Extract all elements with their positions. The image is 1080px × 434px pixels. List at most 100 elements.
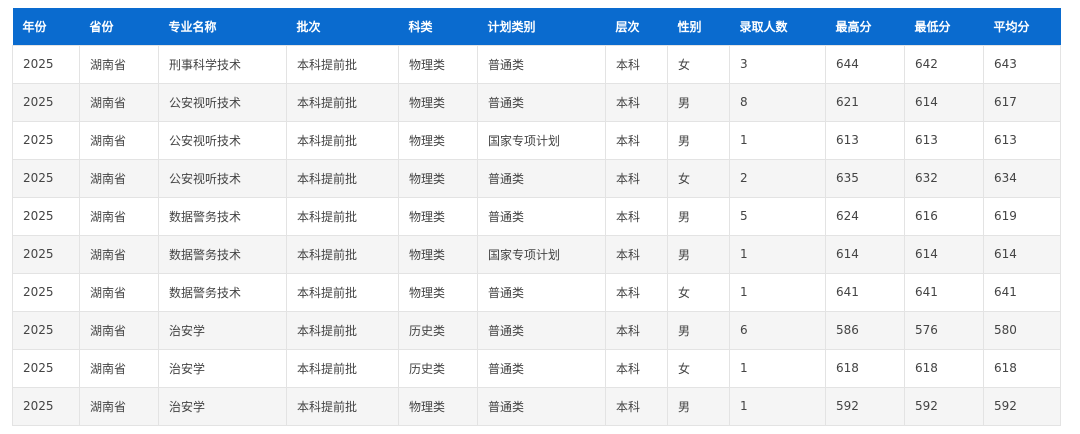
level-cell: 本科 bbox=[605, 44, 668, 84]
table-row: 2025 湖南省 数据警务技术 本科提前批 物理类 国家专项计划 本科男 1 614 614 614 bbox=[12, 234, 1061, 274]
plan-type-cell: 普通类 bbox=[477, 348, 606, 388]
gender-cell: 男 bbox=[667, 386, 730, 426]
min-score-cell: 592 bbox=[904, 386, 984, 426]
max-score-cell: 644 bbox=[825, 44, 905, 84]
year-cell: 2025 bbox=[12, 386, 80, 426]
avg-score-cell: 617 bbox=[983, 82, 1061, 122]
subject-cell: 物理类 bbox=[398, 234, 478, 274]
batch-cell: 本科提前批 bbox=[286, 120, 399, 160]
major-cell: 公安视听技术 bbox=[158, 158, 287, 198]
avg-score-cell: 634 bbox=[983, 158, 1061, 198]
min-score-cell: 632 bbox=[904, 158, 984, 198]
province-cell: 湖南省 bbox=[79, 158, 159, 198]
table-row: 2025 湖南省 治安学 本科提前批 物理类 普通类 本科男 1 592 592 592 bbox=[12, 386, 1061, 426]
plan-type-cell: 国家专项计划 bbox=[477, 120, 606, 160]
admission-score-table: 年份 省份 专业名称 批次 科类 计划类别 层次 性别 录取人数 最高分 最低分… bbox=[12, 8, 1061, 426]
avg-score-cell: 580 bbox=[983, 310, 1061, 350]
subject-cell: 物理类 bbox=[398, 272, 478, 312]
province-cell: 湖南省 bbox=[79, 44, 159, 84]
year-cell: 2025 bbox=[12, 310, 80, 350]
avg-score-cell: 618 bbox=[983, 348, 1061, 388]
plan-type-cell: 普通类 bbox=[477, 82, 606, 122]
level-cell: 本科 bbox=[605, 82, 668, 122]
level-cell: 本科 bbox=[605, 386, 668, 426]
admitted-count-cell: 1 bbox=[729, 348, 826, 388]
subject-cell: 物理类 bbox=[398, 158, 478, 198]
table-row: 2025 湖南省 治安学 本科提前批 历史类 普通类 本科男 6 586 576 580 bbox=[12, 310, 1061, 350]
min-score-cell: 614 bbox=[904, 234, 984, 274]
major-cell: 数据警务技术 bbox=[158, 272, 287, 312]
province-cell: 湖南省 bbox=[79, 272, 159, 312]
table-row: 2025 湖南省 公安视听技术 本科提前批 物理类 普通类 本科女 2 635 632 634 bbox=[12, 158, 1061, 198]
province-cell: 湖南省 bbox=[79, 386, 159, 426]
table-row: 2025 湖南省 数据警务技术 本科提前批 物理类 普通类 本科女 1 641 641 641 bbox=[12, 272, 1061, 312]
level-cell: 本科 bbox=[605, 196, 668, 236]
subject-cell: 物理类 bbox=[398, 386, 478, 426]
header-batch: 批次 bbox=[296, 19, 321, 34]
level-cell: 本科 bbox=[605, 158, 668, 198]
min-score-cell: 642 bbox=[904, 44, 984, 84]
province-cell: 湖南省 bbox=[79, 196, 159, 236]
header-province: 省份 bbox=[89, 19, 114, 34]
min-score-cell: 576 bbox=[904, 310, 984, 350]
avg-score-cell: 619 bbox=[983, 196, 1061, 236]
table-row: 2025 湖南省 公安视听技术 本科提前批 物理类 国家专项计划 本科男 1 613 613 613 bbox=[12, 120, 1061, 160]
table-header: 年份 省份 专业名称 批次 科类 计划类别 层次 性别 录取人数 最高分 最低分… bbox=[12, 8, 1061, 45]
admitted-count-cell: 3 bbox=[729, 44, 826, 84]
gender-cell: 女 bbox=[667, 158, 730, 198]
batch-cell: 本科提前批 bbox=[286, 272, 399, 312]
batch-cell: 本科提前批 bbox=[286, 234, 399, 274]
level-cell: 本科 bbox=[605, 234, 668, 274]
level-cell: 本科 bbox=[605, 120, 668, 160]
batch-cell: 本科提前批 bbox=[286, 310, 399, 350]
min-score-cell: 614 bbox=[904, 82, 984, 122]
admitted-count-cell: 1 bbox=[729, 272, 826, 312]
plan-type-cell: 普通类 bbox=[477, 310, 606, 350]
header-major: 专业名称 bbox=[168, 19, 217, 34]
gender-cell: 男 bbox=[667, 120, 730, 160]
gender-cell: 男 bbox=[667, 234, 730, 274]
level-cell: 本科 bbox=[605, 348, 668, 388]
province-cell: 湖南省 bbox=[79, 310, 159, 350]
admitted-count-cell: 1 bbox=[729, 386, 826, 426]
max-score-cell: 618 bbox=[825, 348, 905, 388]
avg-score-cell: 613 bbox=[983, 120, 1061, 160]
min-score-cell: 613 bbox=[904, 120, 984, 160]
min-score-cell: 616 bbox=[904, 196, 984, 236]
header-subject: 科类 bbox=[408, 19, 433, 34]
avg-score-cell: 614 bbox=[983, 234, 1061, 274]
gender-cell: 女 bbox=[667, 348, 730, 388]
level-cell: 本科 bbox=[605, 272, 668, 312]
subject-cell: 物理类 bbox=[398, 82, 478, 122]
header-avg-score: 平均分 bbox=[993, 19, 1030, 34]
max-score-cell: 641 bbox=[825, 272, 905, 312]
admitted-count-cell: 1 bbox=[729, 120, 826, 160]
plan-type-cell: 普通类 bbox=[477, 272, 606, 312]
level-cell: 本科 bbox=[605, 310, 668, 350]
max-score-cell: 621 bbox=[825, 82, 905, 122]
header-row: 年份 省份 专业名称 批次 科类 计划类别 层次 性别 录取人数 最高分 最低分… bbox=[12, 8, 1061, 45]
header-gender: 性别 bbox=[677, 19, 702, 34]
min-score-cell: 641 bbox=[904, 272, 984, 312]
gender-cell: 女 bbox=[667, 44, 730, 84]
table-row: 2025 湖南省 数据警务技术 本科提前批 物理类 普通类 本科男 5 624 616 619 bbox=[12, 196, 1061, 236]
header-plan-type: 计划类别 bbox=[487, 19, 536, 34]
gender-cell: 男 bbox=[667, 82, 730, 122]
gender-cell: 男 bbox=[667, 310, 730, 350]
year-cell: 2025 bbox=[12, 44, 80, 84]
min-score-cell: 618 bbox=[904, 348, 984, 388]
subject-cell: 物理类 bbox=[398, 196, 478, 236]
plan-type-cell: 普通类 bbox=[477, 386, 606, 426]
major-cell: 治安学 bbox=[158, 348, 287, 388]
plan-type-cell: 普通类 bbox=[477, 44, 606, 84]
header-min-score: 最低分 bbox=[914, 19, 951, 34]
table-row: 2025 湖南省 公安视听技术 本科提前批 物理类 普通类 本科男 8 621 614 617 bbox=[12, 82, 1061, 122]
max-score-cell: 635 bbox=[825, 158, 905, 198]
header-max-score: 最高分 bbox=[835, 19, 872, 34]
plan-type-cell: 普通类 bbox=[477, 158, 606, 198]
subject-cell: 物理类 bbox=[398, 44, 478, 84]
max-score-cell: 613 bbox=[825, 120, 905, 160]
header-admitted-count: 录取人数 bbox=[739, 19, 788, 34]
year-cell: 2025 bbox=[12, 234, 80, 274]
header-year: 年份 bbox=[22, 19, 47, 34]
